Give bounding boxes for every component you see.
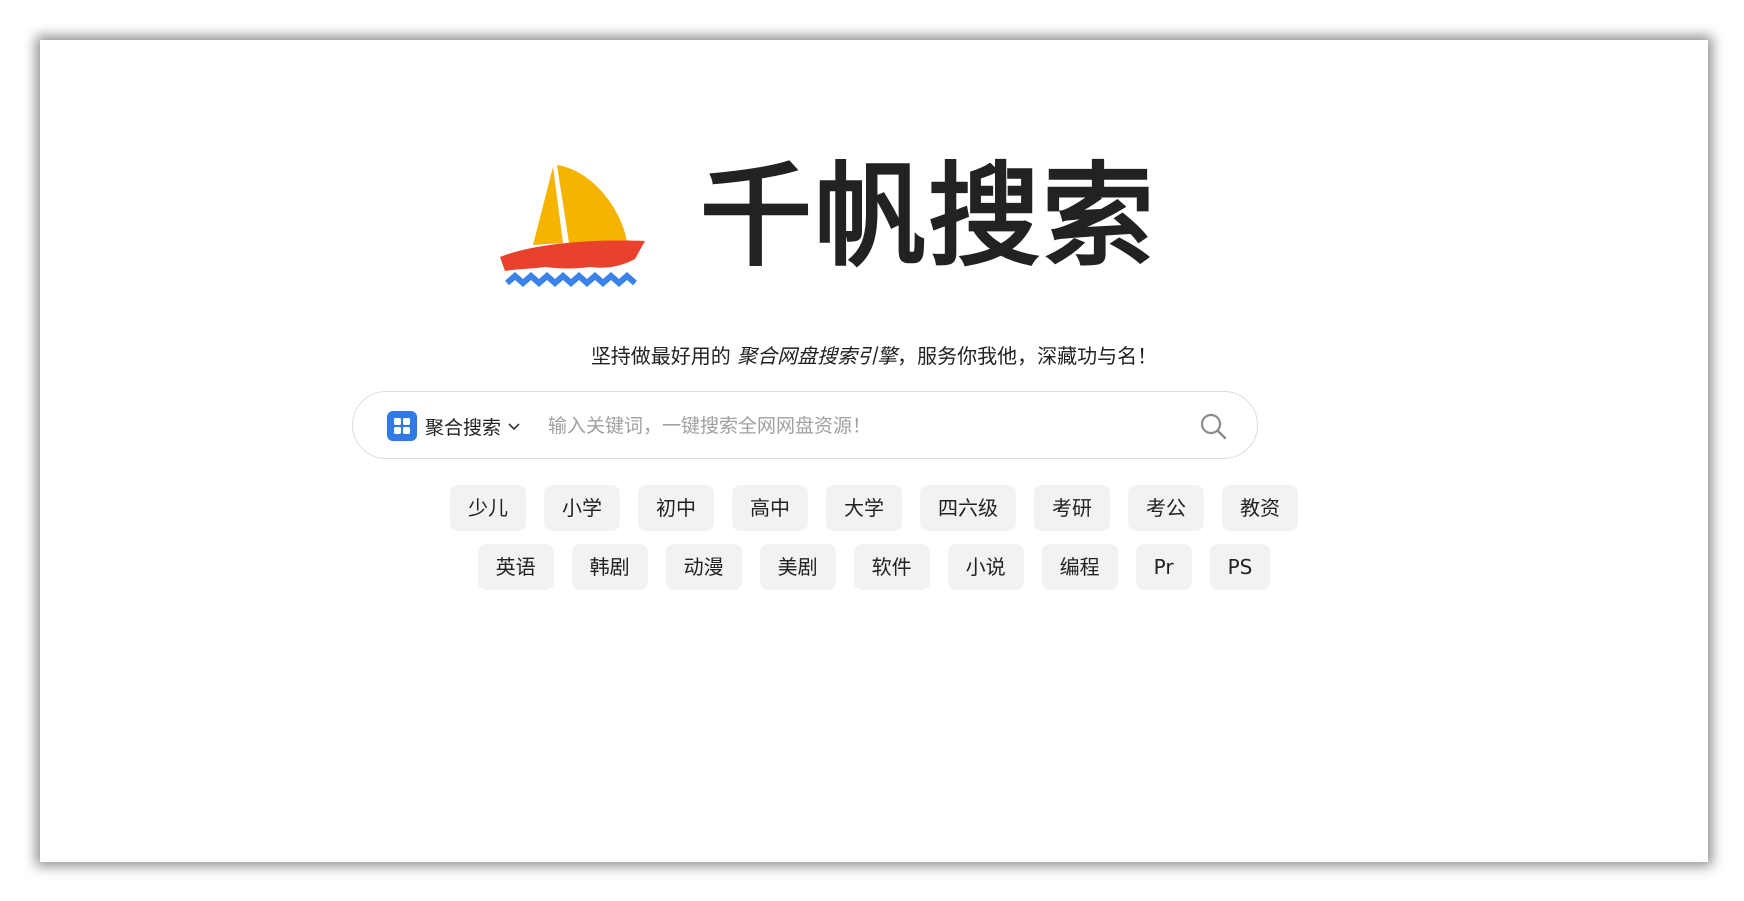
brand-title: 千帆搜索 <box>700 152 1156 282</box>
tag-chip[interactable]: PS <box>1209 544 1271 590</box>
tag-chip[interactable]: 动漫 <box>665 544 742 590</box>
slogan-highlight: 聚合网盘搜索引擎 <box>737 344 898 368</box>
search-input[interactable] <box>548 406 1168 446</box>
tag-row-1: 少儿 小学 初中 高中 大学 四六级 考研 考公 教资 <box>40 485 1708 531</box>
tag-chip[interactable]: 美剧 <box>759 544 836 590</box>
tag-chip[interactable]: 小学 <box>544 485 620 531</box>
slogan-before: 坚持做最好用的 <box>590 344 738 368</box>
sailboat-logo-icon <box>500 165 645 287</box>
tag-chip[interactable]: 大学 <box>826 485 902 531</box>
tag-chip[interactable]: 教资 <box>1222 485 1298 531</box>
tag-chip[interactable]: 英语 <box>477 544 554 590</box>
tag-chip[interactable]: 初中 <box>638 485 714 531</box>
brand-header: 千帆搜索 <box>495 135 1175 305</box>
tag-chip[interactable]: 韩剧 <box>571 544 648 590</box>
tag-chip[interactable]: 考公 <box>1128 485 1204 531</box>
tag-chip[interactable]: 软件 <box>853 544 930 590</box>
search-bar: 聚合搜索 <box>352 391 1258 459</box>
tag-chip[interactable]: Pr <box>1135 544 1192 590</box>
tag-chip[interactable]: 考研 <box>1034 485 1110 531</box>
engine-select-dropdown[interactable]: 聚合搜索 <box>387 411 521 441</box>
slogan-after: ，服务你我他，深藏功与名！ <box>897 344 1158 368</box>
page-frame: 千帆搜索 坚持做最好用的 聚合网盘搜索引擎，服务你我他，深藏功与名！ 聚合搜索 <box>40 40 1708 862</box>
tag-chip[interactable]: 高中 <box>732 485 808 531</box>
tag-chip[interactable]: 四六级 <box>920 485 1016 531</box>
grid-apps-icon <box>387 411 417 441</box>
slogan: 坚持做最好用的 聚合网盘搜索引擎，服务你我他，深藏功与名！ <box>40 340 1708 369</box>
engine-label: 聚合搜索 <box>425 416 502 439</box>
tag-row-2: 英语 韩剧 动漫 美剧 软件 小说 编程 Pr PS <box>40 544 1708 590</box>
tag-chip[interactable]: 编程 <box>1041 544 1118 590</box>
search-icon[interactable] <box>1197 410 1229 442</box>
tag-chip[interactable]: 小说 <box>947 544 1024 590</box>
tag-chip[interactable]: 少儿 <box>450 485 526 531</box>
chevron-down-icon <box>508 423 520 431</box>
